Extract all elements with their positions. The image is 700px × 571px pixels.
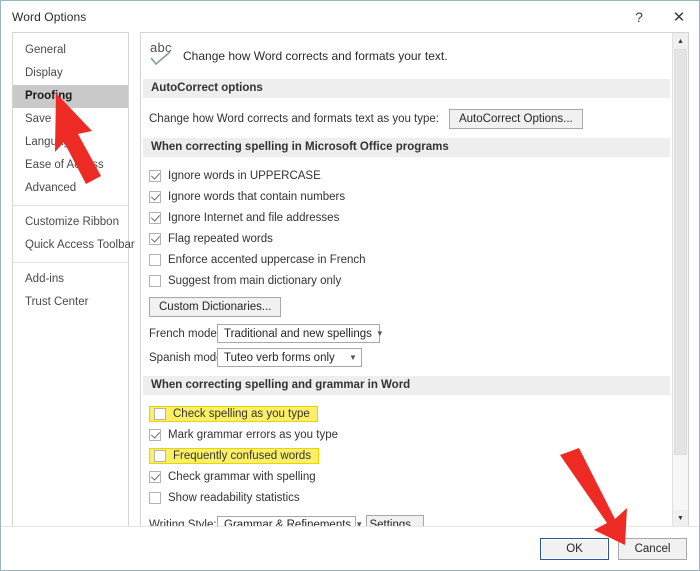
pane-scrollbar[interactable]: ▲ ▼ xyxy=(672,33,688,526)
sidebar-item-trust-center[interactable]: Trust Center xyxy=(13,291,128,314)
checkbox-ignore-numbers[interactable] xyxy=(149,190,161,203)
options-sidebar: General Display Proofing Save Language E… xyxy=(12,32,135,526)
chevron-down-icon: ▼ xyxy=(349,352,357,362)
checkbox-row-suggest-main-dictionary[interactable]: Suggest from main dictionary only xyxy=(149,271,672,290)
checkbox-row-show-readability-statistics[interactable]: Show readability statistics xyxy=(149,488,672,507)
sidebar-group-1: General Display Proofing Save Language E… xyxy=(13,39,128,200)
title-bar: Word Options ? ✕ xyxy=(1,1,699,32)
sidebar-item-advanced[interactable]: Advanced xyxy=(13,177,128,200)
help-icon[interactable]: ? xyxy=(619,1,659,32)
window-title: Word Options xyxy=(12,9,87,24)
dialog-footer: OK Cancel xyxy=(1,526,699,570)
highlight-check-spelling-as-you-type: Check spelling as you type xyxy=(149,405,318,422)
checkbox-row-ignore-uppercase[interactable]: Ignore words in UPPERCASE xyxy=(149,166,672,185)
spelling-check-icon: abc xyxy=(149,40,183,69)
highlight-frequently-confused-words: Frequently confused words xyxy=(149,447,320,464)
band-office-spelling: When correcting spelling in Microsoft Of… xyxy=(143,138,670,157)
sidebar-group-3: Add-ins Trust Center xyxy=(13,268,128,314)
checkbox-label-ignore-uppercase: Ignore words in UPPERCASE xyxy=(168,169,321,182)
dialog-body: General Display Proofing Save Language E… xyxy=(1,32,699,526)
checkmark-icon xyxy=(150,52,171,66)
custom-dictionaries-button[interactable]: Custom Dictionaries... xyxy=(149,297,282,317)
checkbox-row-flag-repeated-words[interactable]: Flag repeated words xyxy=(149,229,672,248)
checkbox-frequently-confused-words[interactable] xyxy=(154,449,166,462)
ok-button[interactable]: OK xyxy=(540,537,609,560)
sidebar-item-general[interactable]: General xyxy=(13,39,128,62)
autocorrect-group: Change how Word corrects and formats tex… xyxy=(141,98,672,138)
checkbox-row-ignore-numbers[interactable]: Ignore words that contain numbers xyxy=(149,187,672,206)
band-autocorrect-options: AutoCorrect options xyxy=(143,79,670,98)
band-word-grammar: When correcting spelling and grammar in … xyxy=(143,376,670,395)
checkbox-label-check-spelling-as-you-type: Check spelling as you type xyxy=(173,407,310,420)
checkbox-row-ignore-internet-addresses[interactable]: Ignore Internet and file addresses xyxy=(149,208,672,227)
scrollbar-up-button[interactable]: ▲ xyxy=(673,33,688,49)
spanish-modes-value: Tuteo verb forms only xyxy=(224,351,335,364)
checkbox-suggest-main-dictionary[interactable] xyxy=(149,274,161,287)
scrollbar-thumb[interactable] xyxy=(674,49,687,455)
word-grammar-group: Check spelling as you type Mark grammar … xyxy=(141,395,672,526)
autocorrect-options-button[interactable]: AutoCorrect Options... xyxy=(448,109,583,129)
writing-style-label: Writing Style: xyxy=(149,519,217,526)
cancel-button[interactable]: Cancel xyxy=(618,537,687,560)
french-modes-dropdown[interactable]: Traditional and new spellings ▼ xyxy=(217,324,384,343)
checkbox-row-enforce-accented-uppercase[interactable]: Enforce accented uppercase in French xyxy=(149,250,672,269)
writing-style-value: Grammar & Refinements xyxy=(224,519,352,526)
checkbox-label-mark-grammar-errors: Mark grammar errors as you type xyxy=(168,428,338,441)
chevron-down-icon: ▼ xyxy=(355,520,364,527)
proofing-pane: abc Change how Word corrects and formats… xyxy=(141,33,672,526)
french-modes-value: Traditional and new spellings xyxy=(224,327,372,340)
checkbox-label-flag-repeated-words: Flag repeated words xyxy=(168,232,273,245)
checkbox-row-check-spelling-as-you-type[interactable]: Check spelling as you type xyxy=(149,404,672,423)
sidebar-item-quick-access-toolbar[interactable]: Quick Access Toolbar xyxy=(13,234,135,257)
pane-intro-text: Change how Word corrects and formats you… xyxy=(183,49,448,63)
word-options-dialog: Word Options ? ✕ General Display Proofin… xyxy=(0,0,700,571)
office-spelling-group: Ignore words in UPPERCASE Ignore words t… xyxy=(141,157,672,376)
checkbox-mark-grammar-errors[interactable] xyxy=(149,428,161,441)
checkbox-label-ignore-internet-addresses: Ignore Internet and file addresses xyxy=(168,211,340,224)
checkbox-enforce-accented-uppercase[interactable] xyxy=(149,253,161,266)
checkbox-row-mark-grammar-errors[interactable]: Mark grammar errors as you type xyxy=(149,425,672,444)
checkbox-row-check-grammar-with-spelling[interactable]: Check grammar with spelling xyxy=(149,467,672,486)
checkbox-label-check-grammar-with-spelling: Check grammar with spelling xyxy=(168,470,316,483)
scrollbar-track[interactable] xyxy=(673,49,688,510)
scrollbar-down-button[interactable]: ▼ xyxy=(673,510,688,526)
chevron-down-icon: ▼ xyxy=(375,328,384,338)
options-pane-wrapper: abc Change how Word corrects and formats… xyxy=(140,32,689,526)
spanish-modes-label: Spanish modes: xyxy=(149,351,232,364)
sidebar-group-2: Customize Ribbon Quick Access Toolbar xyxy=(13,211,135,257)
french-modes-label: French modes: xyxy=(149,327,226,340)
checkbox-check-spelling-as-you-type[interactable] xyxy=(154,407,166,420)
checkbox-label-suggest-main-dictionary: Suggest from main dictionary only xyxy=(168,274,342,287)
autocorrect-description: Change how Word corrects and formats tex… xyxy=(149,113,439,125)
checkbox-label-ignore-numbers: Ignore words that contain numbers xyxy=(168,190,346,203)
sidebar-item-display[interactable]: Display xyxy=(13,62,128,85)
writing-style-dropdown[interactable]: Grammar & Refinements ▼ xyxy=(217,515,363,526)
spanish-modes-dropdown[interactable]: Tuteo verb forms only ▼ xyxy=(217,348,362,367)
checkbox-label-show-readability-statistics: Show readability statistics xyxy=(168,491,300,504)
checkbox-show-readability-statistics[interactable] xyxy=(149,491,161,504)
window-controls: ? ✕ xyxy=(619,1,699,32)
checkbox-flag-repeated-words[interactable] xyxy=(149,232,161,245)
grammar-settings-button[interactable]: Settings... xyxy=(366,515,424,526)
sidebar-divider-1 xyxy=(13,205,128,206)
sidebar-item-customize-ribbon[interactable]: Customize Ribbon xyxy=(13,211,128,234)
checkbox-check-grammar-with-spelling[interactable] xyxy=(149,470,161,483)
checkbox-ignore-internet-addresses[interactable] xyxy=(149,211,161,224)
pane-intro: abc Change how Word corrects and formats… xyxy=(141,33,672,79)
checkbox-label-enforce-accented-uppercase: Enforce accented uppercase in French xyxy=(168,253,366,266)
sidebar-item-save[interactable]: Save xyxy=(13,108,128,131)
checkbox-label-frequently-confused-words: Frequently confused words xyxy=(173,449,312,462)
sidebar-item-language[interactable]: Language xyxy=(13,131,128,154)
sidebar-item-ease-of-access[interactable]: Ease of Access xyxy=(13,154,128,177)
close-icon[interactable]: ✕ xyxy=(659,1,699,32)
sidebar-item-proofing[interactable]: Proofing xyxy=(13,85,128,108)
checkbox-ignore-uppercase[interactable] xyxy=(149,169,161,182)
checkbox-row-frequently-confused-words[interactable]: Frequently confused words xyxy=(149,446,672,465)
sidebar-item-add-ins[interactable]: Add-ins xyxy=(13,268,128,291)
sidebar-divider-2 xyxy=(13,262,128,263)
